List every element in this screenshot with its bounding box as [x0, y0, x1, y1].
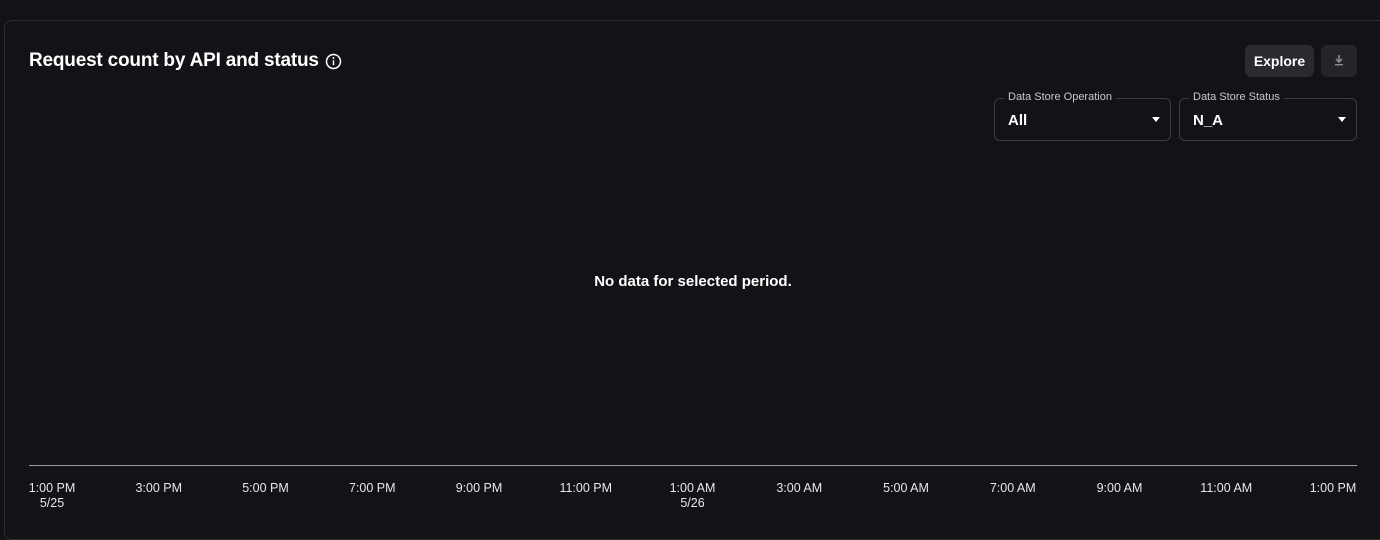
x-axis-tick-label: 11:00 AM	[1200, 481, 1252, 496]
x-axis-tick-label: 5:00 AM	[883, 481, 929, 496]
x-axis-tick-label: 7:00 PM	[349, 481, 396, 496]
tick-time: 1:00 PM	[28, 481, 76, 495]
x-axis-line	[29, 465, 1357, 466]
data-store-status-select[interactable]: Data Store Status N_A	[1179, 91, 1357, 141]
download-button[interactable]	[1321, 45, 1357, 77]
x-axis-tick-label: 1:00 AM 5/26	[670, 481, 716, 511]
tick-time: 5:00 AM	[883, 481, 929, 495]
x-axis-tick-label: 9:00 PM	[456, 481, 503, 496]
panel-title: Request count by API and status	[29, 50, 319, 71]
tick-time: 1:00 AM	[669, 481, 716, 495]
x-axis-tick-label: 1:00 PM 5/25	[29, 481, 76, 511]
x-axis-tick-label: 11:00 PM	[559, 481, 612, 496]
caret-down-icon	[1338, 117, 1346, 122]
empty-state-message: No data for selected period.	[594, 273, 792, 290]
explore-button[interactable]: Explore	[1245, 45, 1314, 77]
tick-time: 7:00 PM	[348, 481, 396, 495]
tick-time: 11:00 AM	[1200, 481, 1253, 495]
download-icon	[1333, 54, 1345, 69]
chart-panel: Request count by API and status Explore …	[4, 20, 1380, 540]
x-axis-tick-label: 5:00 PM	[242, 481, 289, 496]
select-label: Data Store Operation	[1004, 91, 1116, 103]
tick-time: 1:00 PM	[1309, 481, 1357, 495]
info-circle-icon[interactable]	[325, 53, 342, 70]
select-value: N_A	[1193, 112, 1224, 129]
select-label: Data Store Status	[1189, 91, 1284, 103]
x-axis-tick-label: 3:00 PM	[135, 481, 182, 496]
x-axis-tick-label: 7:00 AM	[990, 481, 1036, 496]
tick-time: 7:00 AM	[989, 481, 1036, 495]
tick-time: 3:00 AM	[776, 481, 823, 495]
tick-time: 9:00 AM	[1096, 481, 1143, 495]
x-axis-tick-label: 3:00 AM	[776, 481, 822, 496]
tick-time: 9:00 PM	[455, 481, 503, 495]
tick-date: 5/26	[680, 496, 705, 510]
tick-time: 11:00 PM	[559, 481, 613, 495]
x-axis-tick-label: 1:00 PM	[1310, 481, 1357, 496]
caret-down-icon	[1152, 117, 1160, 122]
data-store-operation-select[interactable]: Data Store Operation All	[994, 91, 1171, 141]
tick-time: 3:00 PM	[135, 481, 183, 495]
select-value: All	[1008, 112, 1028, 129]
panel-header: Request count by API and status	[29, 50, 342, 72]
tick-time: 5:00 PM	[242, 481, 289, 495]
x-axis-tick-label: 9:00 AM	[1097, 481, 1143, 496]
tick-date: 5/25	[39, 496, 65, 510]
